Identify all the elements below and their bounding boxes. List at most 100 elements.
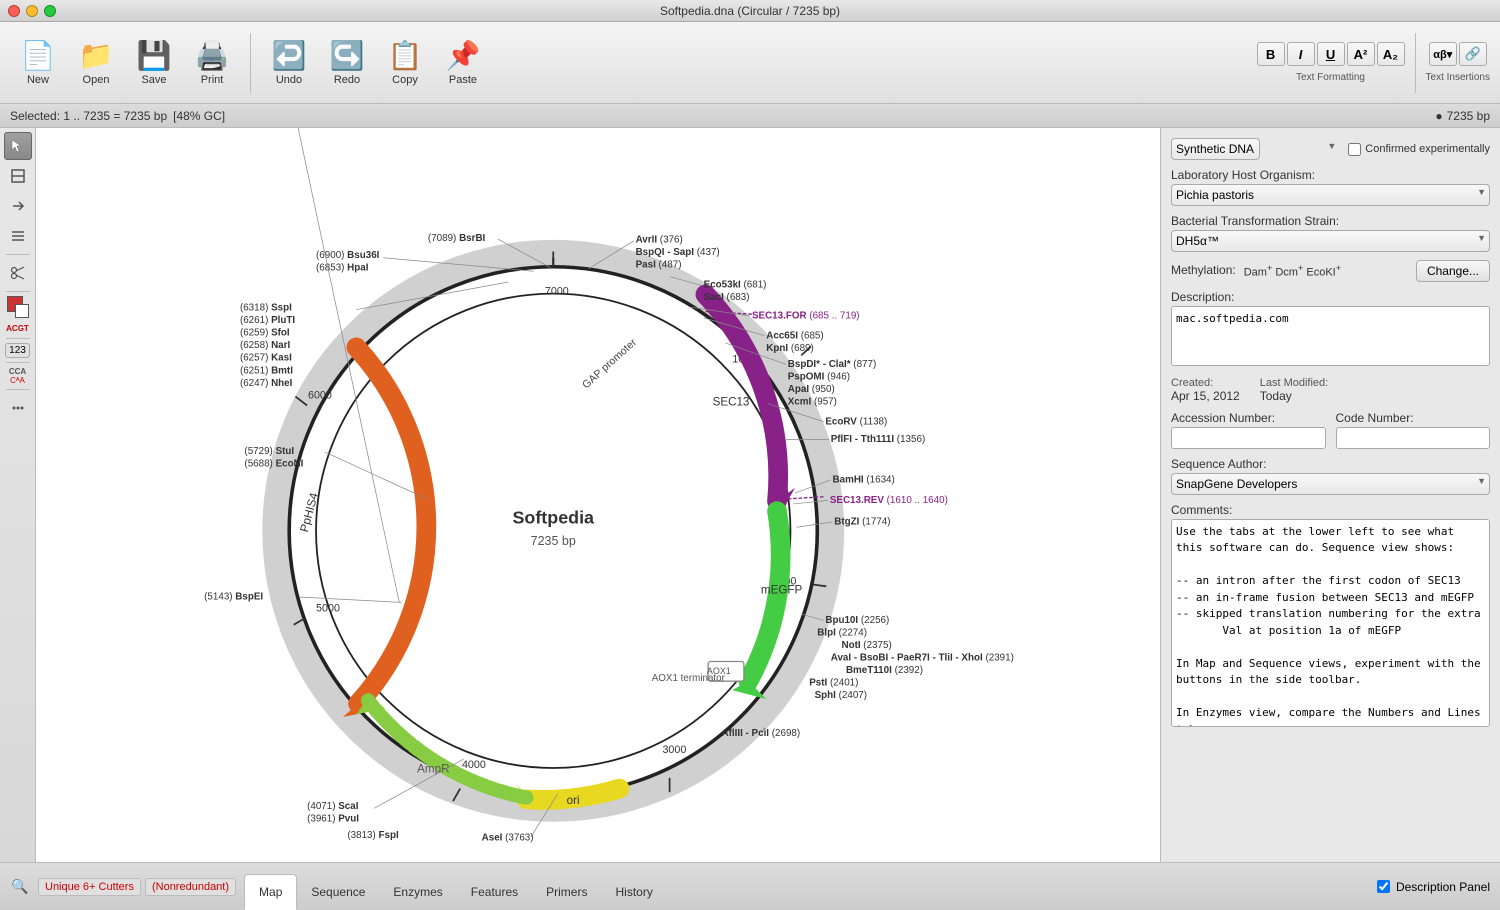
- acgt-display[interactable]: ACGT: [5, 320, 31, 334]
- tab-primers[interactable]: Primers: [532, 874, 601, 910]
- svg-text:EcoRV (1138): EcoRV (1138): [825, 416, 887, 427]
- tab-features[interactable]: Features: [457, 874, 532, 910]
- map-area[interactable]: 7000 1000 2000 3000 4000 5000 6000: [36, 128, 1160, 862]
- save-icon: 💾: [137, 39, 172, 72]
- text-insertions-label: Text Insertions: [1426, 72, 1490, 83]
- copy-button[interactable]: 📋 Copy: [377, 28, 433, 98]
- sequence-author-select-wrapper: SnapGene Developers: [1171, 473, 1490, 495]
- methylation-label: Methylation:: [1171, 263, 1236, 277]
- scissors-tool[interactable]: [4, 259, 32, 287]
- tab-sequence[interactable]: Sequence: [297, 874, 379, 910]
- subscript-button[interactable]: A₂: [1377, 42, 1405, 66]
- cca-display[interactable]: CCA CᴬA: [5, 367, 31, 385]
- dates-row: Created: Apr 15, 2012 Last Modified: Tod…: [1171, 377, 1490, 403]
- svg-text:(5688) EcoNI: (5688) EcoNI: [244, 458, 303, 469]
- svg-text:Acc65I (685): Acc65I (685): [766, 330, 823, 341]
- svg-text:BspDI* - ClaI* (877): BspDI* - ClaI* (877): [788, 359, 877, 370]
- svg-text:SEC13: SEC13: [713, 395, 750, 408]
- select-tool[interactable]: [4, 132, 32, 160]
- svg-text:5000: 5000: [316, 602, 340, 614]
- sequence-author-label: Sequence Author:: [1171, 457, 1490, 471]
- svg-text:(6257) KasI: (6257) KasI: [240, 353, 292, 364]
- more-tool[interactable]: [4, 394, 32, 422]
- accession-input[interactable]: [1171, 427, 1326, 449]
- text-insertions-buttons: αβ▾ 🔗: [1429, 42, 1487, 66]
- svg-text:4000: 4000: [462, 759, 486, 771]
- bold-button[interactable]: B: [1257, 42, 1285, 66]
- svg-text:ori: ori: [567, 794, 580, 807]
- tab-history[interactable]: History: [601, 874, 666, 910]
- svg-text:(3813) FspI: (3813) FspI: [347, 830, 399, 841]
- titlebar: Softpedia.dna (Circular / 7235 bp): [0, 0, 1500, 22]
- svg-text:SEC13.FOR (685 .. 719): SEC13.FOR (685 .. 719): [752, 311, 860, 322]
- bacterial-strain-label: Bacterial Transformation Strain:: [1171, 214, 1490, 228]
- numbers-row: Accession Number: Code Number:: [1171, 411, 1490, 449]
- bacterial-strain-select[interactable]: DH5α™: [1171, 230, 1490, 252]
- status-tag[interactable]: Unique 6+ Cutters: [38, 878, 141, 896]
- dna-type-row: Synthetic DNA Confirmed experimentally: [1171, 138, 1490, 160]
- svg-text:(6247) NheI: (6247) NheI: [240, 378, 293, 389]
- bacterial-strain-section: Bacterial Transformation Strain: DH5α™: [1171, 214, 1490, 252]
- toolbar-separator-1: [250, 33, 251, 93]
- bp-count: 7235 bp: [1447, 109, 1490, 123]
- lab-host-label: Laboratory Host Organism:: [1171, 168, 1490, 182]
- code-input[interactable]: [1336, 427, 1491, 449]
- close-button[interactable]: [8, 5, 20, 17]
- confirmed-checkbox[interactable]: [1348, 143, 1361, 156]
- color-indicator[interactable]: [7, 296, 29, 318]
- hand-tool[interactable]: [4, 162, 32, 190]
- sequence-author-select[interactable]: SnapGene Developers: [1171, 473, 1490, 495]
- last-modified-label: Last Modified:: [1260, 377, 1328, 389]
- maximize-button[interactable]: [44, 5, 56, 17]
- accession-section: Accession Number:: [1171, 411, 1326, 449]
- lab-host-select[interactable]: Pichia pastoris: [1171, 184, 1490, 206]
- statusbar: Selected: 1 .. 7235 = 7235 bp [48% GC] ●…: [0, 104, 1500, 128]
- paste-button[interactable]: 📌 Paste: [435, 28, 491, 98]
- right-panel: Synthetic DNA Confirmed experimentally L…: [1160, 128, 1500, 862]
- circular-map-svg: 7000 1000 2000 3000 4000 5000 6000: [36, 128, 1160, 862]
- last-modified-value: Today: [1260, 389, 1328, 403]
- created-value: Apr 15, 2012: [1171, 389, 1240, 403]
- tab-enzymes[interactable]: Enzymes: [379, 874, 456, 910]
- toolbar-group-file: 📄 New 📁 Open 💾 Save 🖨️ Print: [10, 28, 240, 98]
- tab-group: Map Sequence Enzymes Features Primers Hi…: [244, 863, 667, 910]
- open-button[interactable]: 📁 Open: [68, 28, 124, 98]
- svg-text:7235 bp: 7235 bp: [531, 534, 576, 548]
- bottom-right: Description Panel: [1377, 880, 1490, 894]
- tab-map[interactable]: Map: [244, 874, 297, 910]
- symbol-button[interactable]: αβ▾: [1429, 42, 1457, 66]
- minimize-button[interactable]: [26, 5, 38, 17]
- new-button[interactable]: 📄 New: [10, 28, 66, 98]
- print-button[interactable]: 🖨️ Print: [184, 28, 240, 98]
- svg-text:7000: 7000: [545, 285, 569, 297]
- search-icon[interactable]: 🔍: [10, 877, 30, 897]
- code-section: Code Number:: [1336, 411, 1491, 449]
- svg-text:(6853) HpaI: (6853) HpaI: [316, 262, 369, 273]
- number-badge[interactable]: 123: [5, 343, 30, 358]
- sidebar-separator-1: [6, 254, 30, 255]
- undo-button[interactable]: ↩️ Undo: [261, 28, 317, 98]
- description-textarea[interactable]: mac.softpedia.com: [1171, 306, 1490, 366]
- svg-text:BamHI (1634): BamHI (1634): [833, 474, 895, 485]
- svg-text:XcmI (957): XcmI (957): [788, 397, 837, 408]
- window-title: Softpedia.dna (Circular / 7235 bp): [660, 4, 840, 18]
- description-panel-checkbox[interactable]: [1377, 880, 1390, 893]
- list-tool[interactable]: [4, 222, 32, 250]
- superscript-button[interactable]: A²: [1347, 42, 1375, 66]
- arrow-right-tool[interactable]: [4, 192, 32, 220]
- dna-type-select[interactable]: Synthetic DNA: [1171, 138, 1260, 160]
- bp-count-right: ● 7235 bp: [1435, 109, 1490, 123]
- paste-icon: 📌: [446, 39, 481, 72]
- save-button[interactable]: 💾 Save: [126, 28, 182, 98]
- status-tag-2[interactable]: (Nonredundant): [145, 878, 236, 896]
- svg-text:ApaI (950): ApaI (950): [788, 384, 835, 395]
- new-label: New: [27, 74, 49, 86]
- svg-text:(6251) BmtI: (6251) BmtI: [240, 365, 293, 376]
- underline-button[interactable]: U: [1317, 42, 1345, 66]
- link-button[interactable]: 🔗: [1459, 42, 1487, 66]
- redo-button[interactable]: ↪️ Redo: [319, 28, 375, 98]
- created-label: Created:: [1171, 377, 1240, 389]
- comments-textarea[interactable]: Use the tabs at the lower left to see wh…: [1171, 519, 1490, 727]
- italic-button[interactable]: I: [1287, 42, 1315, 66]
- change-button[interactable]: Change...: [1416, 260, 1490, 282]
